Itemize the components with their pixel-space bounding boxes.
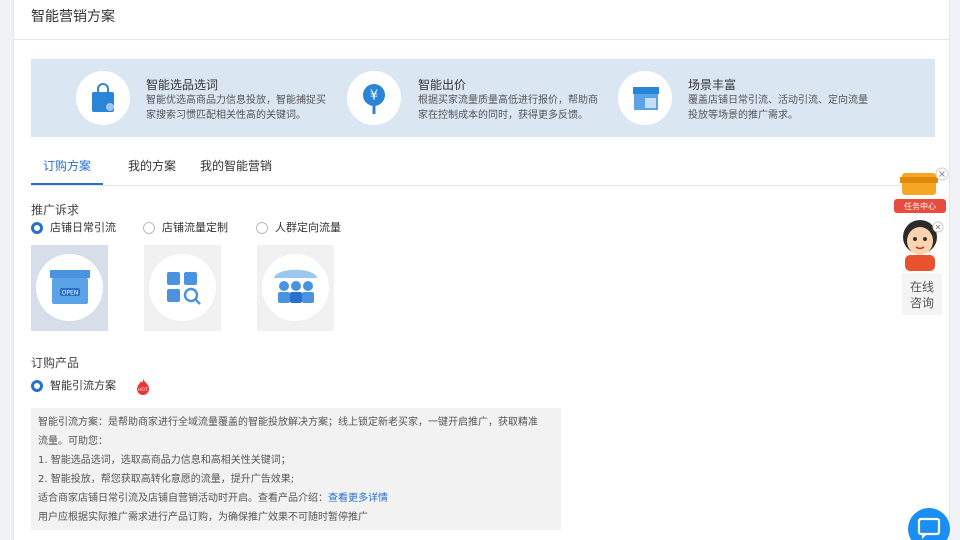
feature-title: 智能出价 <box>418 78 467 92</box>
tab-my-plans[interactable]: 我的方案 <box>117 150 187 185</box>
feature-desc-line: 家在控制成本的同时，获得更多反馈。 <box>418 110 588 121</box>
radio-unselected-icon <box>143 222 155 234</box>
product-label: 订购产品 <box>31 356 80 370</box>
radio-label: 人群定向流量 <box>275 221 341 234</box>
chat-fab-button[interactable] <box>908 508 950 540</box>
open-store-icon: OPEN <box>36 254 103 321</box>
feature-desc-line: 智能优选高商品力信息投放，智能捕捉买 <box>146 95 326 106</box>
shopping-bag-icon <box>76 71 130 125</box>
desc-line: 智能引流方案：是帮助商家进行全域流量覆盖的智能投放解决方案；线上锁定新老买家，一… <box>38 417 538 428</box>
feature-desc: 智能优选高商品力信息投放，智能捕捉买 家搜索习惯匹配相关性高的关键词。 <box>146 93 326 123</box>
radio-label: 店铺流量定制 <box>162 221 228 234</box>
scene-card-store-daily[interactable]: OPEN <box>31 245 108 331</box>
radio-unselected-icon <box>256 222 268 234</box>
svg-text:OPEN: OPEN <box>62 290 79 297</box>
feature-desc-line: 覆盖店铺日常引流、活动引流、定向流量 <box>688 95 868 106</box>
tab-order-plan[interactable]: 订购方案 <box>31 150 103 185</box>
feature-desc: 根据买家流量质量高低进行报价，帮助商 家在控制成本的同时，获得更多反馈。 <box>418 93 598 123</box>
scene-card-traffic-custom[interactable] <box>144 245 221 331</box>
desc-line: 适合商家店铺日常引流及店铺自营销活动时开启。查看产品介绍：查看更多详情 <box>38 489 554 508</box>
task-center-widget: 任务中心 在线 咨询 <box>890 165 952 315</box>
feature-banner: 智能选品选词 智能优选高商品力信息投放，智能捕捉买 家搜索习惯匹配相关性高的关键… <box>31 59 935 137</box>
storefront-icon <box>618 71 672 125</box>
desc-line: 2. 智能投放，帮您获取高转化意愿的流量，提升广告效果; <box>38 474 295 485</box>
feature-title: 场景丰富 <box>688 78 737 92</box>
promo-goal-label: 推广诉求 <box>31 203 80 217</box>
svg-text:HOT: HOT <box>138 387 148 393</box>
scene-card-audience[interactable] <box>257 245 334 331</box>
tab-my-smart-marketing[interactable]: 我的智能营销 <box>191 150 281 185</box>
product-description: 智能引流方案：是帮助商家进行全域流量覆盖的智能投放解决方案；线上锁定新老买家，一… <box>31 408 561 530</box>
promo-goal-radio-group: 店铺日常引流 店铺流量定制 人群定向流量 <box>31 221 431 237</box>
feature-desc-line: 家搜索习惯匹配相关性高的关键词。 <box>146 110 306 121</box>
feature-smart-selection: 智能选品选词 智能优选高商品力信息投放，智能捕捉买 家搜索习惯匹配相关性高的关键… <box>76 59 346 137</box>
yuan-price-tag-icon: ¥ <box>347 71 401 125</box>
feature-smart-bidding: ¥ 智能出价 根据买家流量质量高低进行报价，帮助商 家在控制成本的同时，获得更多… <box>347 59 617 137</box>
desc-line: 流量。可助您： <box>38 436 108 447</box>
chat-bubble-icon <box>917 517 941 539</box>
audience-group-icon <box>262 254 329 321</box>
page-title: 智能营销方案 <box>14 0 949 40</box>
traffic-grid-icon <box>149 254 216 321</box>
desc-line: 用户应根据实际推广需求进行产品订购，为确保推广效果不可随时暂停推广 <box>38 512 368 523</box>
main-page: 智能营销方案 智能选品选词 智能优选高商品力信息投放，智能捕捉买 家搜索习惯匹配… <box>13 0 950 540</box>
feature-desc-line: 投放等场景的推广需求。 <box>688 110 798 121</box>
desc-line: 1. 智能选品选词，选取高商品力信息和高相关性关键词； <box>38 455 291 466</box>
consult-label: 在线 <box>909 280 934 294</box>
hot-badge-icon: HOT <box>137 379 149 395</box>
feature-rich-scenes: 场景丰富 覆盖店铺日常引流、活动引流、定向流量 投放等场景的推广需求。 <box>618 59 908 137</box>
feature-title: 智能选品选词 <box>146 78 219 92</box>
more-details-link[interactable]: 查看更多详情 <box>328 493 388 504</box>
desc-text: 适合商家店铺日常引流及店铺自营销活动时开启。查看产品介绍： <box>38 493 328 504</box>
radio-label: 智能引流方案 <box>50 379 116 392</box>
svg-text:¥: ¥ <box>370 89 378 104</box>
radio-selected-icon <box>31 222 43 234</box>
radio-label: 店铺日常引流 <box>50 221 116 234</box>
svg-text:任务中心: 任务中心 <box>904 201 936 211</box>
customer-service-mascot-icon[interactable]: 任务中心 <box>890 165 952 273</box>
online-consult-button[interactable]: 在线 咨询 <box>902 273 942 315</box>
feature-desc-line: 根据买家流量质量高低进行报价，帮助商 <box>418 95 598 106</box>
radio-selected-icon <box>31 380 43 392</box>
consult-label: 咨询 <box>909 296 934 310</box>
product-radio-group: 智能引流方案 HOT <box>31 379 231 395</box>
tab-bar: 订购方案 我的方案 我的智能营销 <box>31 150 935 186</box>
feature-desc: 覆盖店铺日常引流、活动引流、定向流量 投放等场景的推广需求。 <box>688 93 868 123</box>
